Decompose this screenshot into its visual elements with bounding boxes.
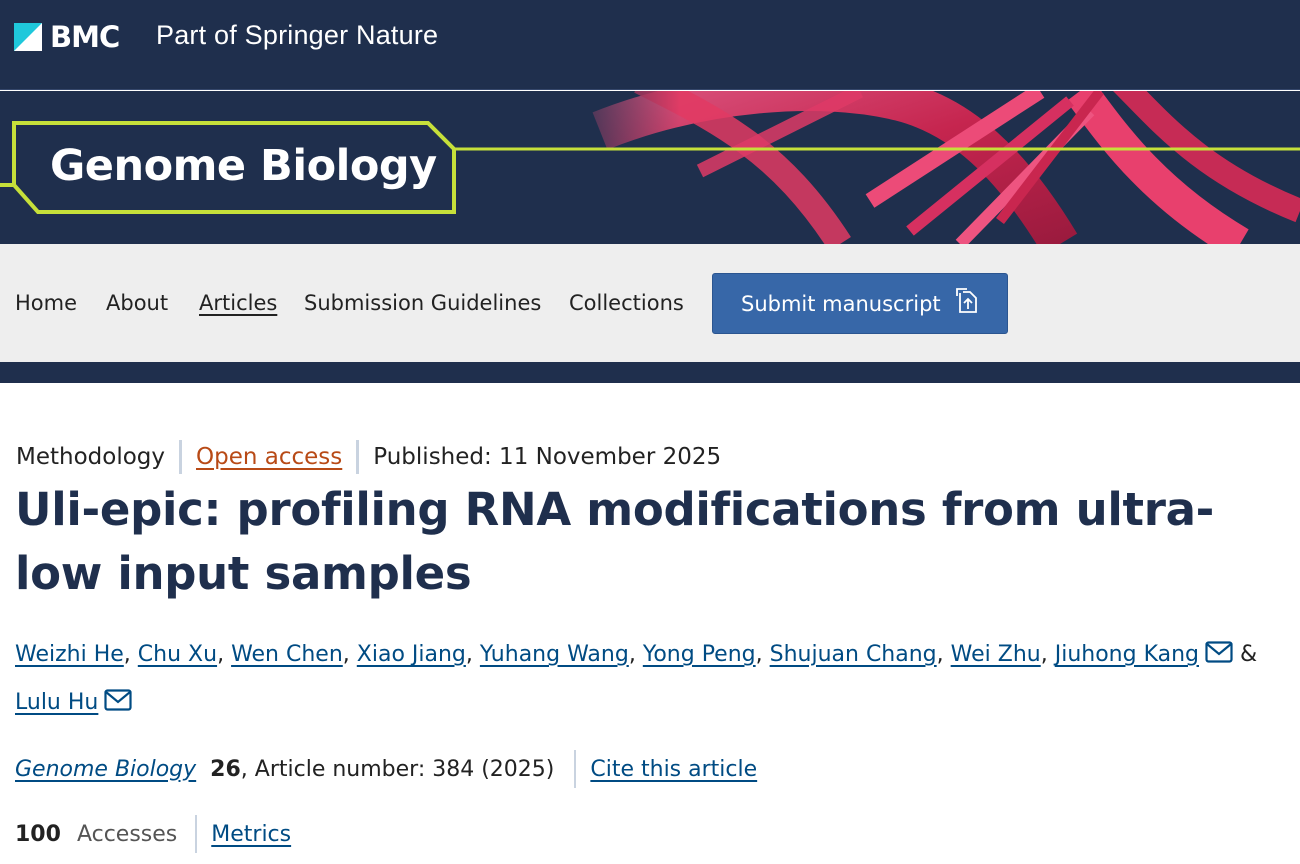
volume-number: 26 [210,756,241,782]
author-link[interactable]: Wei Zhu [951,642,1041,667]
article-number: , Article number: 384 (2025) [240,756,555,782]
bmc-mark-icon [14,23,42,51]
bmc-logo[interactable]: BMC [14,20,120,54]
accesses-count: 100 [15,821,61,847]
email-icon[interactable] [1205,634,1233,680]
journal-title[interactable]: Genome Biology [50,141,437,191]
article-type: Methodology [16,444,166,470]
citation-divider [574,750,577,788]
author-link[interactable]: Jiuhong Kang [1055,642,1199,667]
author-link[interactable]: Lulu Hu [15,690,98,715]
site-header: BMC Part of Springer Nature [0,0,1300,90]
nav-collections[interactable]: Collections [569,291,684,315]
journal-nav: Home About Articles Submission Guideline… [0,244,1300,362]
author-link[interactable]: Wen Chen [231,642,343,667]
meta-divider [179,440,183,474]
accesses-label: Accesses [76,821,178,847]
cite-this-article-link[interactable]: Cite this article [590,757,757,782]
author-link[interactable]: Yuhang Wang [480,642,629,667]
journal-banner: Genome Biology [0,91,1300,244]
author-link[interactable]: Xiao Jiang [357,642,466,667]
nav-home[interactable]: Home [15,291,77,315]
citation-line: Genome Biology 26 , Article number: 384 … [15,750,757,788]
bmc-logo-text: BMC [50,20,120,54]
article-meta: Methodology Open access Published: 11 No… [16,440,721,474]
author-list: Weizhi He, Chu Xu, Wen Chen, Xiao Jiang,… [15,632,1285,728]
metrics-divider [195,815,198,853]
author-link[interactable]: Yong Peng [643,642,756,667]
nav-about[interactable]: About [106,291,168,315]
journal-link[interactable]: Genome Biology [15,757,196,782]
article-title: Uli-epic: profiling RNA modifications fr… [15,483,1215,600]
metrics-line: 100 Accesses Metrics [15,815,291,853]
author-link[interactable]: Chu Xu [138,642,217,667]
nav-bottom-strip [0,362,1300,383]
published-date: Published: 11 November 2025 [373,444,722,470]
upload-document-icon [955,287,981,320]
author-conjunction: & [1240,642,1258,667]
submit-manuscript-button[interactable]: Submit manuscript [712,273,1008,334]
submit-manuscript-label: Submit manuscript [741,291,941,316]
meta-divider [356,440,360,474]
nav-articles[interactable]: Articles [199,291,277,315]
author-link[interactable]: Shujuan Chang [770,642,937,667]
metrics-link[interactable]: Metrics [211,822,291,847]
springer-nature-tagline[interactable]: Part of Springer Nature [156,20,438,51]
author-link[interactable]: Weizhi He [15,642,124,667]
open-access-link[interactable]: Open access [196,444,342,470]
email-icon[interactable] [104,682,132,728]
nav-submission-guidelines[interactable]: Submission Guidelines [304,291,541,315]
